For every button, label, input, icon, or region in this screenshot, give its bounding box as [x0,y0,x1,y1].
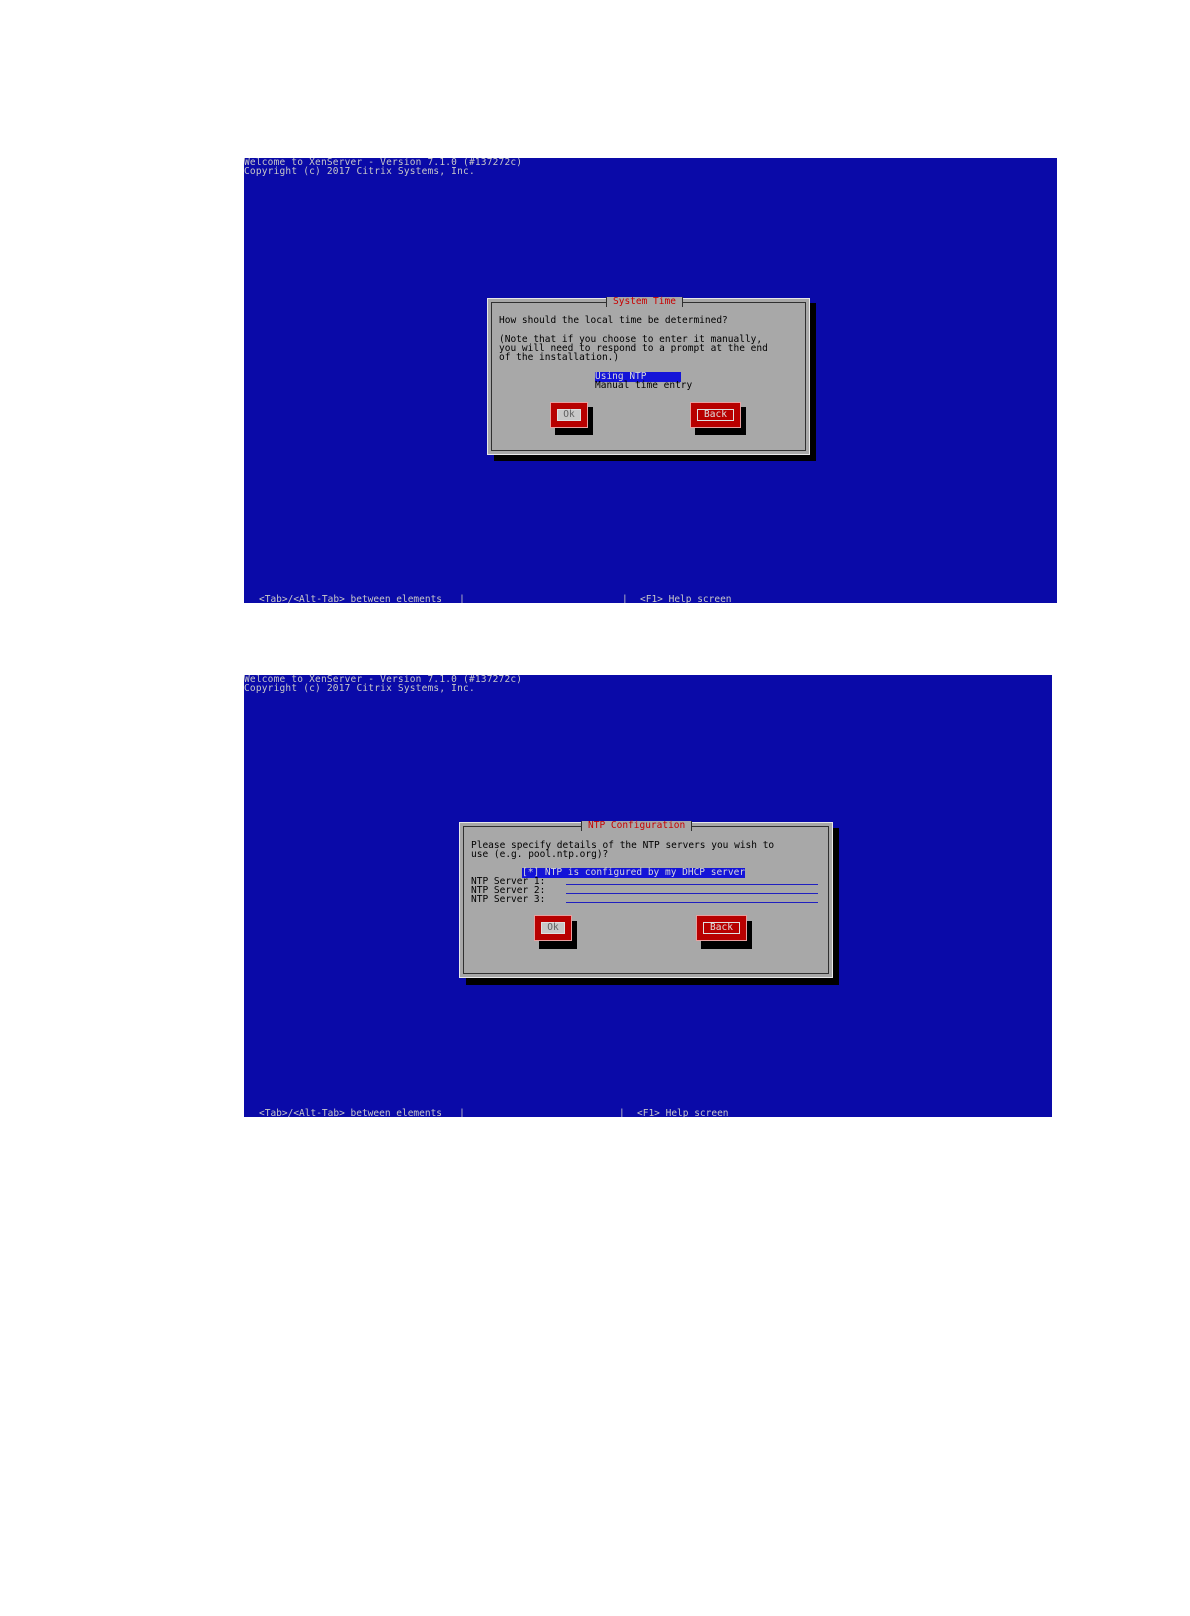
ntp-server-2-input[interactable] [566,893,818,894]
ntp-server-3-input[interactable] [566,902,818,903]
footer-separator: | [622,594,628,604]
option-manual-time-entry[interactable]: Manual time entry [595,381,692,391]
ok-button-label: Ok [541,922,565,934]
back-button-label: Back [697,409,734,421]
note-line-3: of the installation.) [499,352,620,363]
copyright-line: Copyright (c) 2017 Citrix Systems, Inc. [244,683,475,694]
ntp-server-1-input[interactable] [566,884,818,885]
ok-button-label: Ok [557,409,581,421]
dialog-title: NTP Configuration [581,821,693,831]
footer-help-hint: <F1> Help screen [637,1108,729,1118]
copyright-line: Copyright (c) 2017 Citrix Systems, Inc. [244,166,475,177]
ok-button[interactable]: Ok [534,915,572,941]
footer-hints: <Tab>/<Alt-Tab> between elements | | <F1… [244,555,1057,604]
installer-screen-ntp-configuration: Welcome to XenServer - Version 7.1.0 (#1… [244,675,1052,1117]
footer-help-hint: <F1> Help screen [640,594,732,604]
time-question: How should the local time be determined? [499,315,728,326]
back-button[interactable]: Back [696,915,747,941]
back-button-label: Back [703,922,740,934]
ntp-prompt-line-2: use (e.g. pool.ntp.org)? [471,849,609,860]
dialog-title: System Time [606,297,683,307]
installer-screen-system-time: Welcome to XenServer - Version 7.1.0 (#1… [244,158,1057,603]
ntp-configuration-dialog: NTP Configuration Please specify details… [459,821,833,978]
dhcp-ntp-checkbox[interactable]: [*] NTP is configured by my DHCP server [522,868,746,878]
ok-button[interactable]: Ok [550,402,588,428]
ntp-server-3-label: NTP Server 3: [471,894,546,905]
footer-tab-hint: <Tab>/<Alt-Tab> between elements | [259,1108,465,1118]
footer-hints: <Tab>/<Alt-Tab> between elements | | <F1… [244,1069,1052,1118]
footer-tab-hint: <Tab>/<Alt-Tab> between elements | [259,594,465,604]
system-time-dialog: System Time How should the local time be… [487,297,810,455]
footer-separator: | [619,1108,625,1118]
back-button[interactable]: Back [690,402,741,428]
